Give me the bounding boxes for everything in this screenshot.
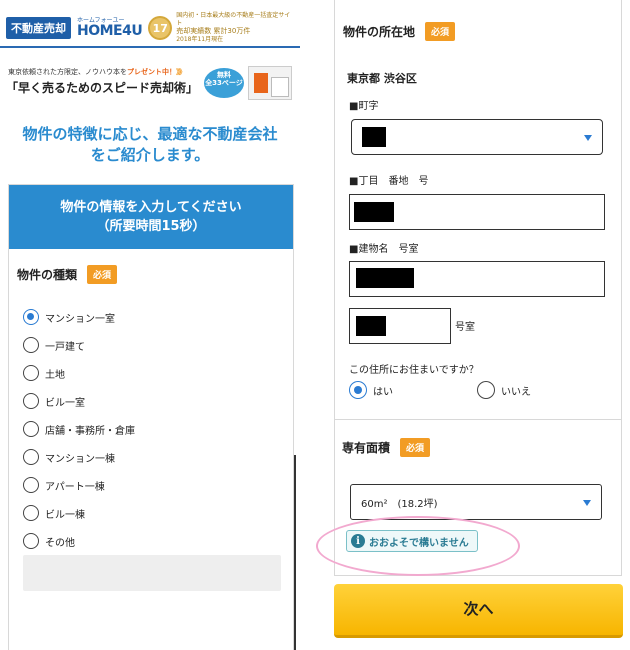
next-button[interactable]: 次へ (334, 584, 623, 638)
block-number-input[interactable] (349, 194, 605, 230)
pages-label: 全33ページ (205, 79, 243, 88)
building-name-input[interactable] (349, 261, 605, 297)
property-type-option[interactable]: 一戸建て (23, 331, 135, 359)
form-header: 物件の情報を入力してください （所要時間15秒） (9, 185, 293, 249)
property-type-option[interactable]: ビル一室 (23, 387, 135, 415)
property-type-option[interactable]: その他 (23, 527, 135, 555)
brand-header: 不動産売却 ホームフォーユー HOME4U 17 国内初・日本最大級の不動産一括… (6, 12, 296, 44)
area-select[interactable]: 60m² (18.2坪) (350, 484, 602, 520)
radio-selected-icon (23, 309, 39, 325)
reside-no-label: いいえ (501, 386, 531, 398)
reside-yes-radio[interactable]: はい (349, 381, 393, 399)
prefecture-city: 東京都 渋谷区 (347, 72, 417, 85)
property-type-option-label: ビル一室 (45, 397, 85, 409)
scrollbar-edge (294, 455, 296, 650)
radio-empty-icon (23, 449, 39, 465)
required-badge: 必須 (87, 265, 118, 284)
radio-empty-icon (23, 533, 39, 549)
property-type-label: 物件の種類 必須 (17, 265, 118, 284)
headline-line1: 物件の特徴に応じ、最適な不動産会社 (22, 125, 278, 143)
building-label: ■建物名 号室 (349, 244, 419, 255)
anniversary-emblem: 17 (148, 16, 173, 40)
property-type-option[interactable]: 土地 (23, 359, 135, 387)
header-divider (0, 46, 300, 48)
promo-banner[interactable]: 東京依頼された方限定、ノウハウ本をプレゼント中！》》》 「早く売るためのスピード… (4, 64, 296, 104)
property-type-option-label: その他 (45, 537, 75, 549)
home4u-logo[interactable]: ホームフォーユー HOME4U (77, 18, 143, 39)
room-number-input[interactable] (349, 308, 451, 344)
tagline-line1: 国内初・日本最大級の不動産一括査定サイト (176, 11, 291, 27)
caret-down-icon (584, 135, 592, 141)
location-label-text: 物件の所在地 (343, 25, 416, 39)
room-suffix: 号室 (455, 322, 475, 333)
block-label: ■丁目 番地 号 (349, 176, 429, 187)
left-panel: 不動産売却 ホームフォーユー HOME4U 17 国内初・日本最大級の不動産一括… (0, 0, 300, 650)
redacted-value (362, 127, 386, 147)
logo-name: HOME4U (77, 23, 143, 39)
free-badge: 無料 全33ページ (204, 68, 244, 98)
property-type-option-label: 一戸建て (45, 341, 85, 353)
form-header-time: （所要時間15秒） (96, 219, 206, 234)
book-image-icon (248, 66, 292, 100)
radio-empty-icon (23, 421, 39, 437)
reside-yes-label: はい (373, 386, 393, 398)
approx-note-badge: i おおよそで構いません (346, 530, 478, 552)
property-type-radio-group: マンション一室 一戸建て土地ビル一室店舗・事務所・倉庫 マンション一棟 アパート一棟ビ… (23, 303, 135, 555)
area-selected-value: 60m² (18.2坪) (361, 499, 438, 510)
headline-line2: をご紹介します。 (90, 146, 210, 164)
property-type-option-label: アパート一棟 (45, 481, 105, 493)
radio-empty-icon (23, 477, 39, 493)
radio-empty-icon (23, 505, 39, 521)
continue-button-disabled[interactable] (23, 555, 281, 591)
location-label: 物件の所在地 必須 (343, 22, 456, 41)
property-form-card: 物件の情報を入力してください （所要時間15秒） 物件の種類 必須 マンション一… (8, 184, 294, 650)
tagline-date: 2018年11月現在 (176, 36, 224, 44)
property-type-label-text: 物件の種類 (17, 268, 78, 282)
property-type-option-label: マンション一棟 (45, 453, 115, 465)
caret-down-icon (583, 500, 591, 506)
property-type-option[interactable]: ビル一棟 (23, 499, 135, 527)
town-label: ■町字 (349, 101, 379, 112)
radio-empty-icon (477, 381, 495, 399)
property-type-option-label: ビル一棟 (45, 509, 85, 521)
property-type-option[interactable]: アパート一棟 (23, 471, 135, 499)
service-badge: 不動産売却 (6, 17, 71, 39)
required-badge: 必須 (400, 438, 431, 457)
radio-selected-icon (349, 381, 367, 399)
brand-tagline: 国内初・日本最大級の不動産一括査定サイト 売却実績数 累計30万件 2018年1… (176, 12, 296, 44)
redacted-value (356, 316, 386, 336)
property-type-option-label: 土地 (45, 369, 65, 381)
right-panel: 物件の所在地 必須 東京都 渋谷区 ■町字 ■丁目 番地 号 ■建物名 号室 号… (316, 0, 624, 650)
property-type-option-label: 店舗・事務所・倉庫 (45, 425, 135, 437)
form-header-title: 物件の情報を入力してください (60, 200, 242, 215)
town-select[interactable] (351, 119, 603, 155)
reside-no-radio[interactable]: いいえ (477, 381, 531, 399)
promo-subtitle: 東京依頼された方限定、ノウハウ本をプレゼント中！》》》 (8, 67, 186, 77)
promo-subtitle-text: 東京依頼された方限定、ノウハウ本を (8, 68, 127, 76)
residence-question: この住所にお住まいですか？ (349, 365, 479, 376)
property-type-option[interactable]: マンション一棟 (23, 443, 135, 471)
promo-title: 「早く売るためのスピード売却術」 (6, 81, 199, 95)
promo-arrows-icon: 》》》 (176, 68, 186, 76)
redacted-value (356, 268, 414, 288)
promo-highlight: プレゼント中！ (127, 68, 176, 76)
info-icon: i (351, 534, 365, 548)
area-label-text: 専有面積 (342, 441, 391, 455)
approx-note-text: おおよそで構いません (369, 537, 469, 549)
property-type-option-label: マンション一室 (45, 313, 115, 325)
property-type-option[interactable]: マンション一室 (23, 303, 135, 331)
location-section: 物件の所在地 必須 東京都 渋谷区 ■町字 ■丁目 番地 号 ■建物名 号室 号… (334, 0, 622, 420)
required-badge: 必須 (425, 22, 456, 41)
radio-empty-icon (23, 337, 39, 353)
radio-empty-icon (23, 365, 39, 381)
area-label: 専有面積 必須 (342, 438, 431, 457)
property-type-option[interactable]: 店舗・事務所・倉庫 (23, 415, 135, 443)
redacted-value (354, 202, 394, 222)
radio-empty-icon (23, 393, 39, 409)
page-headline: 物件の特徴に応じ、最適な不動産会社 をご紹介します。 (0, 124, 300, 166)
